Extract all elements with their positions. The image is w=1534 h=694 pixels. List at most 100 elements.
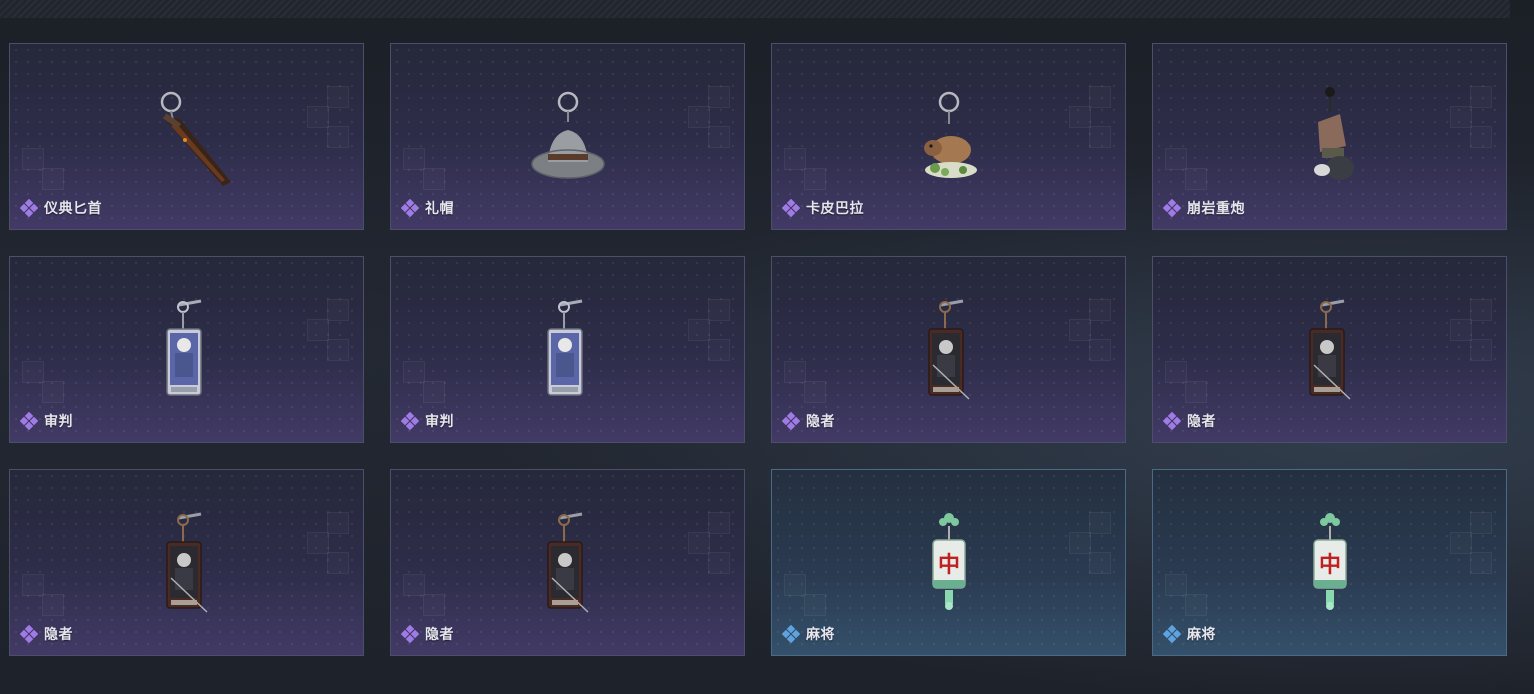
charm-card[interactable]: 隐者 xyxy=(771,256,1126,443)
charm-label: 审判 xyxy=(401,411,454,431)
card-decoration xyxy=(1089,86,1111,108)
ritual-dagger-charm-icon xyxy=(127,82,247,192)
card-decoration xyxy=(327,339,349,361)
top-decorative-strip xyxy=(0,0,1510,18)
blue-rarity-diamond-icon xyxy=(1163,625,1181,643)
card-decoration xyxy=(1069,319,1091,341)
card-decoration xyxy=(1069,106,1091,128)
card-decoration xyxy=(403,148,425,170)
card-decoration xyxy=(804,594,826,616)
card-decoration xyxy=(327,299,349,321)
charm-name: 仪典匕首 xyxy=(44,201,102,217)
charm-label: 隐者 xyxy=(20,624,73,644)
card-decoration xyxy=(1450,319,1472,341)
card-decoration xyxy=(1165,361,1187,383)
card-decoration xyxy=(423,168,445,190)
purple-rarity-diamond-icon xyxy=(20,199,38,217)
charm-name: 麻将 xyxy=(1187,627,1216,643)
card-decoration xyxy=(1089,299,1111,321)
purple-rarity-diamond-icon xyxy=(1163,199,1181,217)
hermit-tarot-charm-icon xyxy=(889,295,1009,405)
capybara-charm-icon xyxy=(889,82,1009,192)
charm-label: 隐者 xyxy=(782,411,835,431)
charm-card[interactable]: 审判 xyxy=(9,256,364,443)
judgement-tarot-charm-icon xyxy=(127,295,247,405)
card-decoration xyxy=(1470,86,1492,108)
card-decoration xyxy=(1089,339,1111,361)
card-decoration xyxy=(1069,532,1091,554)
charm-name: 礼帽 xyxy=(425,201,454,217)
rock-cannon-charm-icon xyxy=(1270,82,1390,192)
card-decoration xyxy=(307,106,329,128)
charm-name: 麻将 xyxy=(806,627,835,643)
charm-name: 隐者 xyxy=(1187,414,1216,430)
charm-name: 审判 xyxy=(44,414,73,430)
card-decoration xyxy=(784,574,806,596)
hermit-tarot-charm-icon xyxy=(508,508,628,618)
card-decoration xyxy=(307,532,329,554)
card-decoration xyxy=(708,339,730,361)
charm-name: 审判 xyxy=(425,414,454,430)
charm-card[interactable]: 仪典匕首 xyxy=(9,43,364,230)
charm-card[interactable]: 礼帽 xyxy=(390,43,745,230)
card-decoration xyxy=(1089,552,1111,574)
purple-rarity-diamond-icon xyxy=(782,412,800,430)
charm-card[interactable]: 中 麻将 xyxy=(771,469,1126,656)
charm-name: 崩岩重炮 xyxy=(1187,201,1245,217)
charm-label: 隐者 xyxy=(401,624,454,644)
charm-card[interactable]: 审判 xyxy=(390,256,745,443)
card-decoration xyxy=(708,86,730,108)
card-decoration xyxy=(1165,574,1187,596)
purple-rarity-diamond-icon xyxy=(401,412,419,430)
purple-rarity-diamond-icon xyxy=(20,625,38,643)
card-decoration xyxy=(1450,106,1472,128)
card-decoration xyxy=(22,361,44,383)
card-decoration xyxy=(784,361,806,383)
card-decoration xyxy=(327,552,349,574)
mahjong-tile-charm-icon: 中 xyxy=(1270,508,1390,618)
card-decoration xyxy=(307,319,329,341)
card-decoration xyxy=(42,381,64,403)
purple-rarity-diamond-icon xyxy=(401,625,419,643)
card-decoration xyxy=(327,86,349,108)
purple-rarity-diamond-icon xyxy=(401,199,419,217)
charm-name: 卡皮巴拉 xyxy=(806,201,864,217)
card-decoration xyxy=(688,532,710,554)
card-decoration xyxy=(403,574,425,596)
card-decoration xyxy=(1185,168,1207,190)
charm-card[interactable]: 崩岩重炮 xyxy=(1152,43,1507,230)
card-decoration xyxy=(403,361,425,383)
card-decoration xyxy=(423,594,445,616)
charm-label: 卡皮巴拉 xyxy=(782,198,864,218)
card-decoration xyxy=(804,381,826,403)
charm-card[interactable]: 卡皮巴拉 xyxy=(771,43,1126,230)
purple-rarity-diamond-icon xyxy=(20,412,38,430)
charm-collection-screen: 仪典匕首 礼帽 卡皮巴拉 崩岩重炮 审判 审判 隐者 隐者 隐者 隐者 中 麻将… xyxy=(0,0,1534,694)
charm-label: 麻将 xyxy=(1163,624,1216,644)
card-decoration xyxy=(42,168,64,190)
card-decoration xyxy=(688,319,710,341)
card-decoration xyxy=(1185,594,1207,616)
card-decoration xyxy=(708,126,730,148)
card-decoration xyxy=(22,574,44,596)
charm-label: 隐者 xyxy=(1163,411,1216,431)
card-decoration xyxy=(327,512,349,534)
charm-label: 礼帽 xyxy=(401,198,454,218)
card-decoration xyxy=(1470,339,1492,361)
card-decoration xyxy=(423,381,445,403)
charm-card[interactable]: 隐者 xyxy=(390,469,745,656)
card-decoration xyxy=(708,552,730,574)
card-decoration xyxy=(708,512,730,534)
card-decoration xyxy=(688,106,710,128)
card-decoration xyxy=(1470,552,1492,574)
charm-card[interactable]: 中 麻将 xyxy=(1152,469,1507,656)
fedora-hat-charm-icon xyxy=(508,82,628,192)
charm-card[interactable]: 隐者 xyxy=(9,469,364,656)
purple-rarity-diamond-icon xyxy=(782,199,800,217)
card-decoration xyxy=(804,168,826,190)
mahjong-tile-glyph: 中 xyxy=(1318,553,1340,578)
hermit-tarot-charm-icon xyxy=(127,508,247,618)
charm-name: 隐者 xyxy=(44,627,73,643)
charm-card[interactable]: 隐者 xyxy=(1152,256,1507,443)
card-decoration xyxy=(708,299,730,321)
